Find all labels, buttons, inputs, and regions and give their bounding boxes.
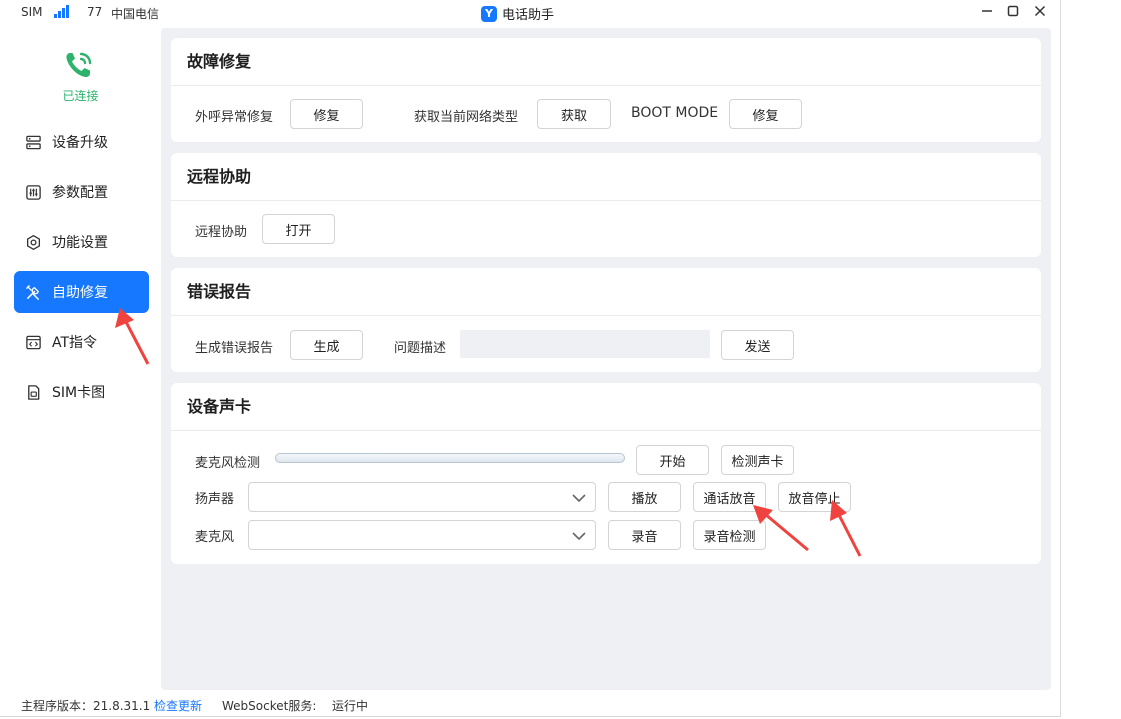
sidebar-item-label: AT指令 [52,335,98,351]
signal-icon [54,4,72,18]
sound-card-title: 设备声卡 [171,383,1041,431]
check-update-link[interactable]: 检查更新 [154,697,202,714]
server-icon [26,135,41,149]
speaker-label: 扬声器 [195,492,235,507]
play-button[interactable]: 播放 [608,482,681,512]
sidebar-item-param-config[interactable]: 参数配置 [14,171,149,213]
error-report-card: 错误报告 生成错误报告 生成 问题描述 发送 [171,268,1041,372]
send-report-button[interactable]: 发送 [721,330,794,360]
mic-start-button[interactable]: 开始 [636,445,709,475]
minimize-button[interactable] [974,0,1000,22]
sliders-icon [26,184,41,200]
mic-label: 麦克风 [195,530,235,545]
stop-play-button[interactable]: 放音停止 [778,482,851,512]
generate-report-label: 生成错误报告 [195,341,274,356]
tools-icon [26,284,39,300]
version-label: 主程序版本：21.8.31.1 [21,699,151,713]
fault-repair-title: 故障修复 [171,38,1041,86]
sidebar-item-function-settings[interactable]: 功能设置 [14,221,149,263]
sidebar-item-device-upgrade[interactable]: 设备升级 [14,121,149,163]
maximize-icon [1007,5,1019,17]
get-network-button[interactable]: 获取 [537,99,611,129]
title-bar: SIM 77 中国电信 Y 电话助手 [0,0,1061,24]
sidebar-item-label: 功能设置 [52,235,108,251]
generate-report-button[interactable]: 生成 [290,330,363,360]
websocket-label: WebSocket服务: [222,699,317,713]
problem-desc-input[interactable] [460,330,710,358]
main-panel: 故障修复 外呼异常修复 修复 获取当前网络类型 获取 BOOT MODE 修复 … [161,28,1051,690]
record-test-button[interactable]: 录音检测 [693,520,766,550]
detect-sound-card-button[interactable]: 检测声卡 [721,445,794,475]
close-icon [1034,5,1046,17]
sidebar-item-label: SIM卡图 [52,385,106,401]
app-title: Y 电话助手 [481,4,554,23]
sidebar-item-at-command[interactable]: AT指令 [14,321,149,363]
sidebar-item-sim-card[interactable]: SIM卡图 [14,371,149,413]
call-fix-button[interactable]: 修复 [290,99,363,129]
remote-assist-title: 远程协助 [171,153,1041,201]
app-window: SIM 77 中国电信 Y 电话助手 已连接 设备升级 参数配置 功能设置 自助… [0,0,1061,717]
mic-level-meter [275,453,625,463]
speaker-select[interactable] [248,482,596,512]
maximize-button[interactable] [1000,0,1026,22]
chevron-down-icon [572,532,586,541]
sidebar: 已连接 设备升级 参数配置 功能设置 自助修复 AT指令 SIM卡图 [0,24,161,689]
remote-open-button[interactable]: 打开 [262,214,335,244]
phone-connected-icon [66,52,92,78]
gear-icon [26,234,41,250]
remote-assist-label: 远程协助 [195,225,248,240]
status-bar: 主程序版本：21.8.31.1 检查更新 WebSocket服务: 运行中 [0,694,1061,716]
sidebar-item-label: 设备升级 [52,135,108,151]
signal-strength: 77 [87,5,103,19]
app-title-text: 电话助手 [502,8,555,23]
mic-test-label: 麦克风检测 [195,456,261,471]
code-icon [26,335,41,349]
error-report-title: 错误报告 [171,268,1041,316]
app-logo-icon: Y [481,5,497,22]
chevron-down-icon [572,494,586,503]
network-type-label: 获取当前网络类型 [414,110,519,125]
websocket-status: 运行中 [332,699,369,713]
boot-mode-label: BOOT MODE [631,105,719,121]
remote-assist-card: 远程协助 远程协助 打开 [171,153,1041,257]
sidebar-item-label: 自助修复 [52,285,108,301]
mic-select[interactable] [248,520,596,550]
close-button[interactable] [1027,0,1053,22]
sim-label: SIM [21,5,43,19]
sidebar-item-self-repair[interactable]: 自助修复 [14,271,149,313]
sim-card-icon [28,384,40,400]
minimize-icon [982,10,992,12]
sidebar-item-label: 参数配置 [52,185,108,201]
record-button[interactable]: 录音 [608,520,681,550]
boot-fix-button[interactable]: 修复 [729,99,802,129]
connection-status: 已连接 [62,89,99,103]
carrier-name: 中国电信 [111,7,160,21]
fault-repair-card: 故障修复 外呼异常修复 修复 获取当前网络类型 获取 BOOT MODE 修复 [171,38,1041,142]
sound-card-card: 设备声卡 麦克风检测 开始 检测声卡 扬声器 播放 通话放音 放音停止 麦克风 … [171,383,1041,564]
call-play-button[interactable]: 通话放音 [693,482,766,512]
problem-desc-label: 问题描述 [394,341,447,356]
call-fix-label: 外呼异常修复 [195,110,274,125]
